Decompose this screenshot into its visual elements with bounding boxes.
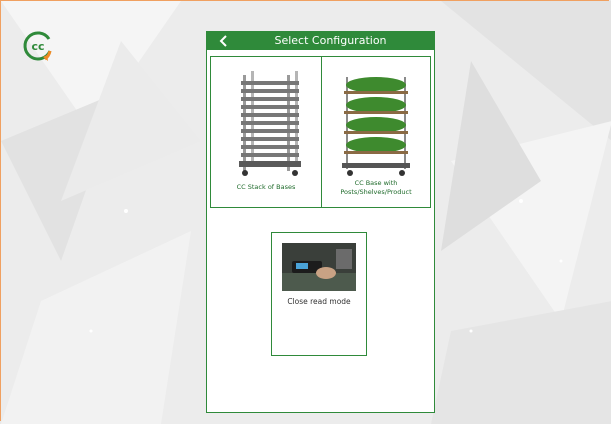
option-base-with-posts[interactable]: CC Base with Posts/Shelves/Product <box>321 56 431 208</box>
header-bar: Select Configuration <box>207 32 434 50</box>
cart-with-plants-image <box>342 77 410 176</box>
option-stack-of-bases[interactable]: CC Stack of Bases <box>210 56 322 208</box>
cc-logo-icon: cc <box>23 31 52 61</box>
svg-text:cc: cc <box>31 40 44 53</box>
option-label: Close read mode <box>287 297 351 306</box>
handheld-scanner-photo <box>282 243 356 291</box>
option-close-read-mode[interactable]: Close read mode <box>271 232 367 356</box>
cart-stack-of-bases-image <box>239 71 301 176</box>
back-button[interactable] <box>217 34 231 48</box>
screen-frame: cc Select Configuration CC Stack of Base… <box>0 0 611 424</box>
option-label: CC Base with Posts/Shelves/Product <box>340 179 412 196</box>
option-label: CC Stack of Bases <box>236 183 296 191</box>
page-title: Select Configuration <box>274 34 387 47</box>
configuration-panel: Select Configuration CC Stack of Bases C… <box>206 31 435 413</box>
chevron-left-icon <box>219 35 227 47</box>
